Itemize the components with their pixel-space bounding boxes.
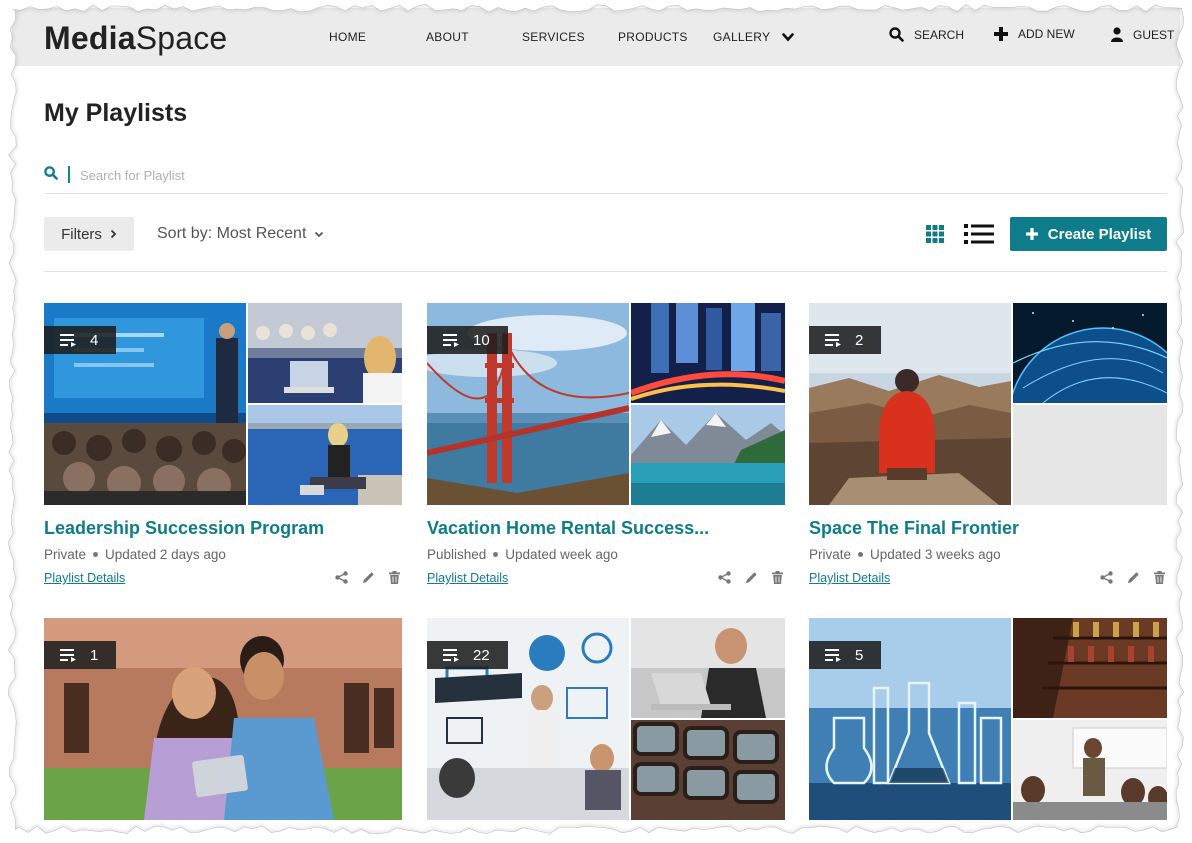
playlist-meta: Private Updated 2 days ago — [44, 547, 402, 562]
thumbnail-city-lights — [631, 303, 785, 403]
playlist-card: 2 Space The Final Frontier Private Updat… — [809, 303, 1167, 589]
playlist-icon — [60, 334, 76, 347]
playlist-search — [44, 162, 1167, 194]
playlist-details-link[interactable]: Playlist Details — [427, 571, 508, 585]
search-input[interactable] — [80, 164, 580, 186]
trash-icon[interactable] — [389, 571, 400, 584]
playlist-title[interactable]: Vacation Home Rental Success... — [427, 518, 785, 539]
playlist-thumbnails[interactable]: 2 — [809, 303, 1167, 505]
item-count-badge: 2 — [809, 326, 882, 354]
search-icon — [889, 27, 904, 42]
thumbnail-audience-laptop — [248, 303, 402, 403]
playlist-toolbar: Filters Sort by: Most Recent Create Play… — [44, 216, 1167, 272]
page-title: My Playlists — [44, 99, 188, 127]
playlist-card: 1 — [44, 618, 402, 820]
nav-gallery[interactable]: GALLERY — [713, 30, 795, 44]
playlist-card: 5 — [809, 618, 1167, 820]
sort-dropdown[interactable]: Sort by: Most Recent — [157, 225, 324, 243]
chevron-right-icon — [110, 229, 117, 239]
list-view-icon[interactable] — [964, 223, 994, 245]
item-count-badge: 10 — [427, 326, 508, 354]
search-icon — [44, 166, 58, 180]
item-count-badge: 22 — [427, 641, 508, 669]
trash-icon[interactable] — [1154, 571, 1165, 584]
thumbnail-classroom-lecture — [1013, 720, 1167, 820]
top-navigation-bar: MediaSpace HOME ABOUT SERVICES PRODUCTS … — [12, 8, 1180, 66]
thumbnail-vintage-tvs — [631, 720, 785, 820]
playlist-meta: Private Updated 3 weeks ago — [809, 547, 1167, 562]
playlist-updated: Updated 3 weeks ago — [870, 547, 1001, 562]
item-count-badge: 4 — [44, 326, 117, 354]
playlist-updated: Updated 2 days ago — [105, 547, 226, 562]
playlist-actions — [335, 571, 400, 584]
playlist-title[interactable]: Space The Final Frontier — [809, 518, 1167, 539]
nav-about[interactable]: ABOUT — [426, 30, 469, 44]
playlist-card: 22 — [427, 618, 785, 820]
playlist-actions — [718, 571, 783, 584]
playlist-thumbnails[interactable]: 1 — [44, 618, 402, 820]
logo[interactable]: MediaSpace — [44, 20, 227, 57]
grid-view-icon[interactable] — [926, 225, 944, 243]
header-search-button[interactable]: SEARCH — [889, 27, 964, 42]
playlist-actions — [1100, 571, 1165, 584]
playlist-icon — [825, 649, 841, 662]
user-menu-button[interactable]: GUEST — [1111, 27, 1174, 42]
plus-icon — [994, 27, 1008, 41]
filters-button[interactable]: Filters — [44, 217, 134, 251]
pencil-icon[interactable] — [745, 571, 758, 584]
playlist-meta: Published Updated week ago — [427, 547, 785, 562]
user-icon — [1111, 27, 1123, 42]
playlist-thumbnails[interactable]: 22 — [427, 618, 785, 820]
thumbnail-library-shelves — [1013, 618, 1167, 718]
chevron-down-icon — [315, 231, 324, 237]
playlist-thumbnails[interactable]: 10 — [427, 303, 785, 505]
playlist-card: 10 Vacation Home Rental Success... Publi… — [427, 303, 785, 589]
search-cursor — [68, 166, 70, 183]
nav-home[interactable]: HOME — [329, 30, 366, 44]
playlist-card: 4 Leadership Succession Program Private … — [44, 303, 402, 589]
playlist-status: Private — [44, 547, 87, 562]
nav-products[interactable]: PRODUCTS — [618, 30, 688, 44]
pencil-icon[interactable] — [362, 571, 375, 584]
share-icon[interactable] — [718, 571, 731, 584]
trash-icon[interactable] — [772, 571, 783, 584]
item-count-badge: 1 — [44, 641, 117, 669]
playlist-thumbnails[interactable]: 4 — [44, 303, 402, 505]
share-icon[interactable] — [335, 571, 348, 584]
separator-dot — [858, 552, 864, 557]
thumbnail-woman-waterfront — [248, 405, 402, 505]
thumbnail-empty — [1013, 405, 1167, 505]
item-count-badge: 5 — [809, 641, 882, 669]
chevron-down-icon — [782, 32, 795, 41]
share-icon[interactable] — [1100, 571, 1113, 584]
add-new-button[interactable]: ADD NEW — [994, 27, 1075, 41]
playlist-details-link[interactable]: Playlist Details — [809, 571, 890, 585]
page: MediaSpace HOME ABOUT SERVICES PRODUCTS … — [12, 8, 1180, 830]
nav-services[interactable]: SERVICES — [522, 30, 585, 44]
thumbnail-earth-network — [1013, 303, 1167, 403]
thumbnail-man-laptop — [631, 618, 785, 718]
playlist-thumbnails[interactable]: 5 — [809, 618, 1167, 820]
playlist-updated: Updated week ago — [505, 547, 618, 562]
separator-dot — [493, 552, 499, 557]
separator-dot — [93, 552, 99, 557]
thumbnail-mountain-lake — [631, 405, 785, 505]
playlist-icon — [443, 649, 459, 662]
playlist-title[interactable]: Leadership Succession Program — [44, 518, 402, 539]
playlist-icon — [60, 649, 76, 662]
plus-icon — [1025, 228, 1038, 240]
playlist-icon — [443, 334, 459, 347]
playlist-icon — [825, 334, 841, 347]
playlist-status: Private — [809, 547, 852, 562]
playlist-status: Published — [427, 547, 487, 562]
playlist-details-link[interactable]: Playlist Details — [44, 571, 125, 585]
pencil-icon[interactable] — [1127, 571, 1140, 584]
create-playlist-button[interactable]: Create Playlist — [1010, 217, 1167, 251]
